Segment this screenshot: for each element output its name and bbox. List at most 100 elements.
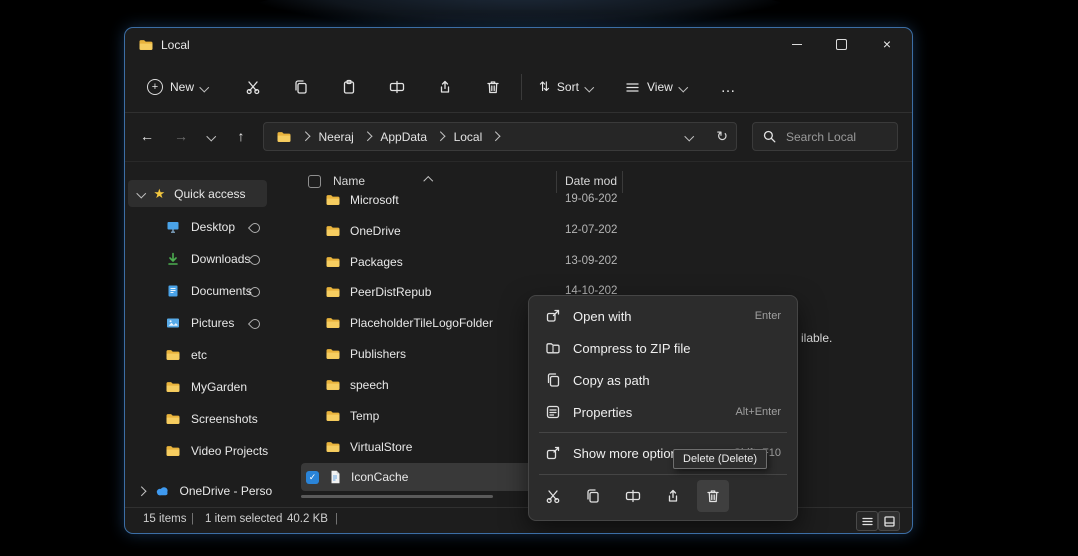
- sidebar-item-desktop[interactable]: Desktop: [128, 214, 300, 240]
- properties-icon: [545, 404, 561, 420]
- view-button[interactable]: View: [619, 72, 701, 102]
- file-name: IconCache: [351, 470, 408, 484]
- sort-icon: ⇅: [539, 79, 550, 95]
- quick-cut-button[interactable]: [537, 480, 569, 512]
- folder-icon: [165, 411, 181, 427]
- rename-button[interactable]: [380, 72, 414, 102]
- folder-icon: [325, 315, 341, 331]
- thumbnail-view-icon: [884, 516, 895, 527]
- details-view-icon: [862, 516, 873, 527]
- recent-locations-button[interactable]: [199, 122, 223, 150]
- file-row[interactable]: VirtualStore: [301, 433, 555, 460]
- maximize-button[interactable]: [824, 32, 858, 56]
- sidebar-item-pictures[interactable]: Pictures: [128, 310, 300, 336]
- file-row[interactable]: OneDrive: [301, 217, 555, 244]
- menu-item-copy-as-path[interactable]: Copy as path: [535, 365, 791, 395]
- new-button-label: New: [170, 80, 194, 94]
- file-explorer-window: Local × + New ⇅ Sort View …: [125, 28, 912, 533]
- folder-icon: [165, 379, 181, 395]
- sidebar-item-downloads[interactable]: Downloads: [128, 246, 300, 272]
- sidebar-item-label: Quick access: [174, 187, 245, 201]
- menu-item-label: Compress to ZIP file: [573, 341, 691, 356]
- sidebar-item-label: Desktop: [191, 220, 235, 234]
- column-divider[interactable]: [622, 171, 623, 193]
- file-row[interactable]: Publishers: [301, 340, 555, 367]
- share-button[interactable]: [428, 72, 462, 102]
- sidebar-item-mygarden[interactable]: MyGarden: [128, 374, 300, 400]
- breadcrumb-item[interactable]: Neeraj: [319, 130, 354, 144]
- checkbox-checked[interactable]: ✓: [306, 471, 319, 484]
- breadcrumb-item[interactable]: Local: [454, 130, 483, 144]
- copy-button[interactable]: [284, 72, 318, 102]
- file-row[interactable]: Temp: [301, 402, 555, 429]
- chevron-down-icon: [585, 82, 594, 91]
- minimize-button[interactable]: [780, 32, 814, 56]
- file-row[interactable]: speech: [301, 371, 555, 398]
- column-divider[interactable]: [556, 171, 557, 193]
- refresh-icon[interactable]: ↻: [716, 128, 728, 145]
- onedrive-cloud-icon: [154, 484, 171, 498]
- forward-button[interactable]: →: [167, 122, 195, 150]
- sort-ascending-icon: [424, 177, 433, 186]
- view-button-label: View: [647, 80, 673, 94]
- documents-icon: [165, 283, 181, 299]
- up-icon: ↑: [238, 128, 245, 144]
- menu-item-open-with[interactable]: Open with Enter: [535, 301, 791, 331]
- quick-copy-button[interactable]: [577, 480, 609, 512]
- menu-item-properties[interactable]: Properties Alt+Enter: [535, 397, 791, 427]
- quick-delete-button[interactable]: [697, 480, 729, 512]
- chevron-down-icon: [137, 189, 146, 198]
- chevron-down-icon: [200, 82, 209, 91]
- sidebar-item-screenshots[interactable]: Screenshots: [128, 406, 300, 432]
- share-icon: [437, 79, 453, 95]
- horizontal-scrollbar[interactable]: [301, 495, 493, 498]
- view-icon: [625, 80, 640, 95]
- file-row[interactable]: Microsoft: [301, 186, 555, 213]
- see-more-button[interactable]: …: [711, 72, 745, 102]
- file-row[interactable]: Packages: [301, 248, 555, 275]
- quick-share-button[interactable]: [657, 480, 689, 512]
- delete-button[interactable]: [476, 72, 510, 102]
- file-row-selected[interactable]: ✓ IconCache: [301, 463, 555, 491]
- sidebar-item-video-projects[interactable]: Video Projects: [128, 438, 300, 464]
- sidebar-item-etc[interactable]: etc: [128, 342, 300, 368]
- folder-icon: [325, 408, 341, 424]
- file-name: OneDrive: [350, 224, 401, 238]
- breadcrumb-item[interactable]: AppData: [380, 130, 427, 144]
- back-button[interactable]: ←: [133, 122, 161, 150]
- file-row[interactable]: PeerDistRepub: [301, 278, 555, 305]
- search-box[interactable]: [752, 122, 898, 151]
- search-input[interactable]: [784, 129, 888, 145]
- up-button[interactable]: ↑: [227, 122, 255, 150]
- sidebar-item-quick-access[interactable]: ★ Quick access: [128, 180, 267, 207]
- search-icon: [763, 130, 776, 143]
- details-view-button[interactable]: [856, 511, 878, 531]
- divider: [125, 112, 912, 113]
- new-button[interactable]: + New: [139, 72, 215, 102]
- folder-icon: [325, 439, 341, 455]
- menu-item-label: Show more options: [573, 446, 684, 461]
- plus-icon: +: [147, 79, 163, 95]
- sidebar-item-documents[interactable]: Documents: [128, 278, 300, 304]
- quick-rename-button[interactable]: [617, 480, 649, 512]
- paste-button[interactable]: [332, 72, 366, 102]
- cut-button[interactable]: [236, 72, 270, 102]
- folder-icon: [325, 254, 341, 270]
- cut-icon: [545, 488, 561, 504]
- sort-button[interactable]: ⇅ Sort: [533, 72, 607, 102]
- menu-item-label: Copy as path: [573, 373, 650, 388]
- menu-item-compress-zip[interactable]: Compress to ZIP file: [535, 333, 791, 363]
- desktop-wallpaper: [250, 0, 790, 30]
- file-name: Packages: [350, 255, 403, 269]
- sidebar-item-onedrive[interactable]: OneDrive - Perso: [128, 478, 300, 504]
- column-header-date-modified[interactable]: Date mod: [565, 174, 617, 188]
- address-bar[interactable]: Neeraj AppData Local ↻: [263, 122, 737, 151]
- status-items-count: 15 items: [143, 513, 186, 525]
- menu-item-label: Open with: [573, 309, 632, 324]
- forward-icon: →: [174, 128, 188, 144]
- sidebar-item-label: Screenshots: [191, 412, 258, 426]
- thumbnail-view-button[interactable]: [878, 511, 900, 531]
- address-dropdown-icon[interactable]: [684, 132, 693, 141]
- close-button[interactable]: ×: [870, 32, 904, 56]
- file-row[interactable]: PlaceholderTileLogoFolder: [301, 309, 555, 336]
